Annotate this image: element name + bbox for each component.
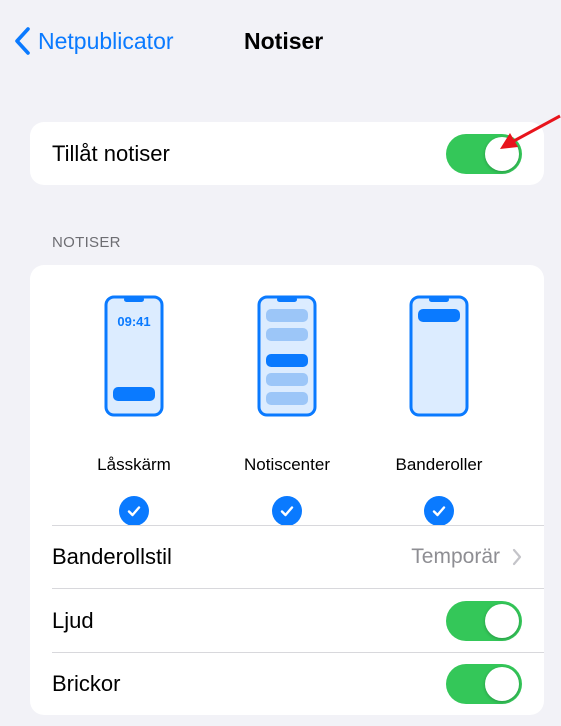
style-label-lock-screen: Låsskärm [97,455,171,474]
notification-center-phone-icon [257,295,317,422]
style-label-banners: Banderoller [395,455,483,474]
chevron-right-icon [512,548,522,566]
banner-style-value: Temporär [411,545,500,568]
banner-style-label: Banderollstil [52,544,172,569]
check-icon [119,496,149,526]
style-option-banners[interactable]: Banderoller [359,295,519,526]
style-label-notification-center: Notiscenter [244,455,330,474]
badges-label: Brickor [52,671,121,696]
lock-screen-phone-icon: 09:41 [104,295,164,422]
navigation-bar: Netpublicator Notiser [0,0,561,80]
sound-label: Ljud [52,607,94,633]
badges-toggle[interactable] [446,664,522,704]
banner-style-detail[interactable]: Temporär [411,545,522,569]
badges-row: Brickor [30,653,544,715]
sound-toggle[interactable] [446,600,522,641]
page-title: Notiser [244,28,324,54]
toggle-knob [485,667,519,701]
style-option-lock-screen[interactable]: 09:41 Låsskärm [54,295,214,526]
toggle-knob [485,136,519,171]
chevron-left-icon [15,27,30,55]
sound-row: Ljud [30,589,544,652]
back-button-label: Netpublicator [38,27,174,54]
style-option-notification-center[interactable]: Notiscenter [207,295,367,526]
allow-notifications-card: Tillåt notiser [30,122,544,185]
check-icon [272,496,302,526]
toggle-knob [485,603,519,638]
allow-notifications-row: Tillåt notiser [30,122,544,185]
allow-notifications-toggle[interactable] [446,133,522,174]
banners-phone-icon [409,295,469,422]
allow-notifications-label: Tillåt notiser [52,140,170,166]
banner-style-row[interactable]: Banderollstil Temporär [30,526,544,588]
check-icon [424,496,454,526]
notifications-card: 09:41 Låsskärm Notiscenter Banderoller B… [30,265,544,715]
section-header: NOTISER [52,234,121,251]
lock-screen-clock: 09:41 [117,314,150,329]
back-button[interactable]: Netpublicator [14,24,174,58]
